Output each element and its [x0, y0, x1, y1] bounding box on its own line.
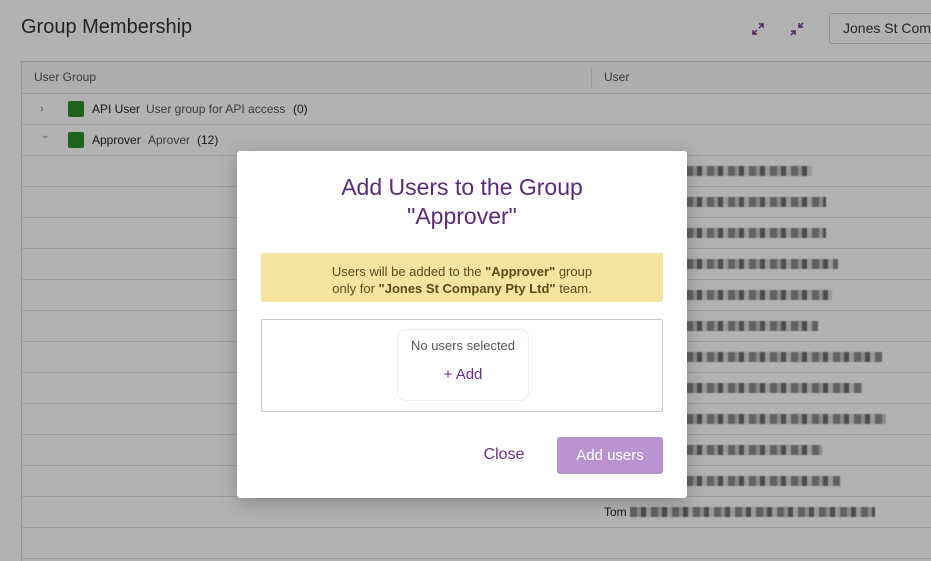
- notice-line1: Users will be added to the "Approver" gr…: [261, 263, 663, 280]
- notice-text: only for: [332, 281, 379, 296]
- notice-text: Users will be added to the: [331, 264, 486, 279]
- notice-group-name: "Approver": [485, 264, 556, 279]
- add-users-button[interactable]: Add users: [557, 437, 663, 474]
- close-button[interactable]: Close: [469, 437, 539, 473]
- notice-text: group: [555, 264, 593, 279]
- no-users-selected-text: No users selected: [410, 338, 516, 353]
- notice-team-name: "Jones St Company Pty Ltd": [378, 281, 556, 296]
- add-users-dialog: Add Users to the Group "Approver" Users …: [237, 151, 687, 498]
- dialog-title-line2: "Approver": [407, 203, 517, 229]
- notice-text: team.: [555, 281, 592, 296]
- user-picker: No users selected + Add: [398, 330, 528, 400]
- add-user-link[interactable]: + Add: [398, 366, 528, 383]
- notice-line2: only for "Jones St Company Pty Ltd" team…: [261, 280, 663, 297]
- team-notice: Users will be added to the "Approver" gr…: [261, 253, 663, 302]
- dialog-title-line1: Add Users to the Group: [341, 174, 583, 200]
- dialog-title: Add Users to the Group "Approver": [237, 173, 687, 231]
